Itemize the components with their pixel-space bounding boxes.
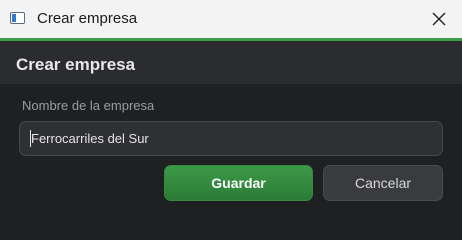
close-button[interactable] [416, 0, 462, 38]
company-name-label: Nombre de la empresa [22, 98, 155, 113]
dialog-window: Crear empresa Crear empresa Nombre de la… [0, 0, 462, 215]
dialog-header: Crear empresa [0, 41, 462, 84]
close-icon [432, 12, 446, 26]
title-bar[interactable]: Crear empresa [0, 0, 462, 38]
cancel-button-label: Cancelar [354, 175, 412, 191]
company-name-value: Ferrocarriles del Sur [31, 131, 149, 146]
app-window-icon [10, 12, 25, 24]
dialog-heading: Crear empresa [16, 55, 136, 74]
company-name-input[interactable]: Ferrocarriles del Sur [19, 121, 443, 156]
save-button[interactable]: Guardar [164, 165, 313, 201]
window-title: Crear empresa [37, 10, 138, 27]
save-button-label: Guardar [211, 175, 266, 191]
cancel-button[interactable]: Cancelar [323, 165, 443, 201]
